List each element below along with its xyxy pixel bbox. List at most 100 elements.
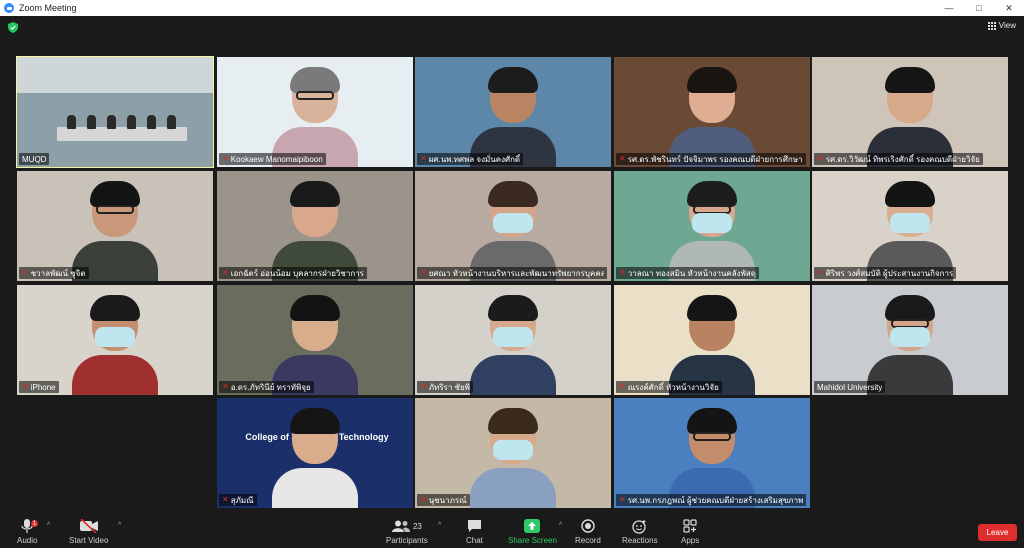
participant-tile[interactable]: ✕ ภัทริรา ชัยพิ (415, 285, 611, 395)
muted-microphone-icon: ✕ (619, 154, 626, 163)
participant-tile[interactable]: ✕ นุชนาภรณ์ (415, 398, 611, 508)
participant-hair (687, 408, 737, 434)
participant-face (90, 181, 140, 237)
participant-name: อ.ดร.ภัทรินีย์ ทราทัพิจุย (230, 382, 311, 392)
participant-tile[interactable]: ✕ ผศ.นพ.ทศพล จงมั่นคงศักดิ์ (415, 57, 611, 167)
participant-body (272, 468, 358, 508)
minimize-button[interactable]: — (934, 0, 964, 16)
muted-microphone-icon: ✕ (222, 268, 229, 277)
face-mask (493, 327, 533, 347)
leave-button[interactable]: Leave (978, 524, 1017, 541)
view-button[interactable]: View (987, 21, 1016, 30)
audio-options-chevron-icon[interactable]: ^ (47, 522, 50, 529)
participant-video (272, 408, 358, 508)
shield-icon[interactable] (8, 22, 18, 33)
participant-body (470, 468, 556, 508)
participant-body (470, 355, 556, 395)
participant-name-tag: ✕ รศ.ดร.วิวัฒน์ ทิพรเริงศักดิ์ รองคณบดีฝ่… (814, 153, 983, 165)
maximize-button[interactable]: □ (964, 0, 994, 16)
grid-icon (987, 21, 996, 30)
apps-button[interactable]: Apps (681, 518, 699, 545)
record-button[interactable]: Record (575, 518, 601, 545)
share-screen-button[interactable]: Share Screen (508, 518, 557, 545)
apps-label: Apps (681, 536, 700, 545)
muted-microphone-icon: ✕ (619, 382, 626, 391)
share-options-chevron-icon[interactable]: ^ (559, 522, 562, 529)
participants-icon (391, 520, 410, 532)
apps-icon (683, 519, 697, 533)
participant-face (290, 295, 340, 351)
reactions-label: Reactions (622, 536, 658, 545)
participant-tile[interactable]: MUQD (16, 56, 214, 168)
participant-face (687, 408, 737, 464)
zoom-meeting-window: Zoom Meeting — □ ✕ View MUQD ✕ Kookaew Man… (0, 0, 1024, 548)
participant-tile[interactable]: Mahidol University (812, 285, 1008, 395)
participant-face (290, 67, 340, 123)
participant-face (488, 408, 538, 464)
participants-options-chevron-icon[interactable]: ^ (438, 522, 441, 529)
participant-face (687, 295, 737, 351)
chat-button[interactable]: Chat (466, 518, 483, 545)
participant-hair (687, 181, 737, 207)
participant-tile[interactable]: ✕ iPhone (17, 285, 213, 395)
share-screen-label: Share Screen (508, 536, 557, 545)
muted-microphone-icon: ✕ (817, 268, 824, 277)
participant-tile[interactable]: ✕ อ.ดร.ภัทรินีย์ ทราทัพิจุย (217, 285, 413, 395)
participant-hair (687, 295, 737, 321)
participant-name-tag: Mahidol University (814, 381, 886, 393)
participant-hair (290, 181, 340, 207)
start-video-button[interactable]: Start Video (69, 518, 108, 545)
conference-table (57, 127, 187, 141)
room-ceiling (17, 57, 213, 93)
participant-tile[interactable]: ✕ ศิริพร วงศ์สมบัติ ผู้ประสานงานกิจการ (812, 171, 1008, 281)
participant-face (687, 181, 737, 237)
participant-hair (290, 408, 340, 434)
participant-name: วาลณา ทองสมิน หัวหน้างานคลังพัสดุ (627, 268, 756, 278)
participant-tile[interactable]: College of Sports S d TechnologyMahid y✕… (217, 398, 413, 508)
muted-microphone-icon: ✕ (619, 495, 626, 504)
participant-name-tag: ✕ ชวาลพัฒน์ ชูจิต (19, 267, 89, 279)
participant-tile[interactable]: ✕ ชวาลพัฒน์ ชูจิต (17, 171, 213, 281)
video-options-chevron-icon[interactable]: ^ (118, 522, 121, 529)
face-mask (95, 327, 135, 347)
zoom-logo-icon (4, 3, 14, 13)
participant-face (885, 181, 935, 237)
start-video-label: Start Video (69, 536, 109, 545)
muted-microphone-icon: ✕ (420, 268, 427, 277)
participant-tile[interactable]: ✕ รศ.ดร.วิวัฒน์ ทิพรเริงศักดิ์ รองคณบดีฝ่… (812, 57, 1008, 167)
participant-hair (488, 408, 538, 434)
muted-microphone-icon: ✕ (222, 382, 229, 391)
participant-body (72, 355, 158, 395)
participant-hair (885, 181, 935, 207)
attendee-figure (147, 115, 156, 129)
glasses (693, 432, 731, 441)
close-button[interactable]: ✕ (994, 0, 1024, 16)
participant-tile[interactable]: ✕ เอกฉัตร์ อ่อนน้อม บุคลากรฝ่ายวิชาการ (217, 171, 413, 281)
chat-label: Chat (466, 536, 483, 545)
muted-microphone-icon: ✕ (619, 268, 626, 277)
participant-name-tag: ✕ Kookaew Manomaipiboon (219, 153, 326, 165)
participant-face (488, 181, 538, 237)
participants-button[interactable]: 23 Participants (386, 518, 428, 545)
participant-hair (885, 295, 935, 321)
record-label: Record (575, 536, 601, 545)
video-off-icon (79, 519, 98, 533)
record-icon (581, 519, 595, 533)
muted-microphone-icon: ✕ (222, 495, 229, 504)
participant-tile[interactable]: ✕ ยศณา หัวหน้างานบริหารและพัฒนาทรัพยากรบุ… (415, 171, 611, 281)
participant-tile[interactable]: ✕ Kookaew Manomaipiboon (217, 57, 413, 167)
muted-microphone-icon: ✕ (222, 154, 229, 163)
participant-tile[interactable]: ✕ ณรงค์ศักดิ์ หัวหน้างานวิจัย (614, 285, 810, 395)
attendee-figure (127, 115, 136, 129)
participant-tile[interactable]: ✕ รศ.นพ.กรภฎพณ์ ผู้ช่วยคณบดีฝ่ายสร้างเสริ… (614, 398, 810, 508)
participant-tile[interactable]: ✕ รศ.ดร.พัชรินทร์ ปัจจิมาพร รองคณบดีฝ่ายก… (614, 57, 810, 167)
reactions-button[interactable]: Reactions (622, 518, 658, 545)
participant-video (470, 408, 556, 508)
participant-hair (488, 67, 538, 93)
participant-name-tag: ✕ ภัทริรา ชัยพิ (417, 381, 473, 393)
participant-face (90, 295, 140, 351)
participant-tile[interactable]: ✕ วาลณา ทองสมิน หัวหน้างานคลังพัสดุ (614, 171, 810, 281)
participant-name: สุภัมณี (230, 495, 254, 505)
participant-name: Mahidol University (817, 382, 883, 392)
attendee-figure (67, 115, 76, 129)
